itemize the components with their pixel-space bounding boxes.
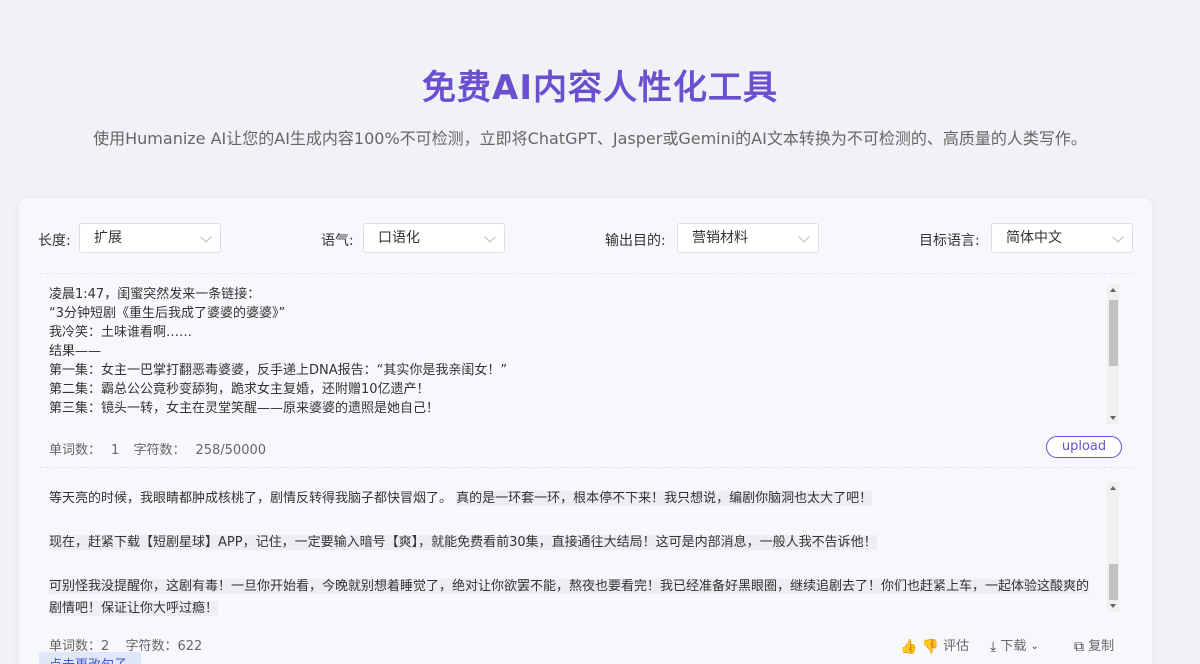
length-label: 长度: <box>38 233 71 249</box>
thumbs-up-icon[interactable]: 👍 <box>900 639 917 655</box>
hero-title: 免费AI内容人性化工具 <box>422 68 778 108</box>
output-paragraph: 现在，赶紧下载【短剧星球】APP，记住，一定要输入暗号【爽】，就能免费看前30集… <box>49 532 1099 554</box>
char-count-label: 字符数： <box>133 443 186 458</box>
char-count-value: 622 <box>177 639 203 654</box>
length-value: 扩展 <box>94 230 122 246</box>
tone-select[interactable]: 口语化 <box>363 223 505 253</box>
chevron-down-icon: ⌄ <box>1030 641 1039 652</box>
output-paragraph: 等天亮的时候，我眼睛都肿成核桃了，剧情反转得我脑子都快冒烟了。 真的是一环套一环… <box>49 488 1099 510</box>
scroll-down-icon[interactable] <box>1110 604 1116 608</box>
word-count-value: 1 <box>111 443 120 458</box>
input-stats: 单词数： 1 字符数： 258/50000 <box>49 439 276 458</box>
thumbs-down-icon[interactable]: 👎 <box>922 639 939 655</box>
output-text: 等天亮的时候，我眼睛都肿成核桃了，剧情反转得我脑子都快冒烟了。 真的是一环套一环… <box>49 488 1099 618</box>
chevron-down-icon <box>200 231 212 243</box>
purpose-label: 输出目的: <box>605 233 666 249</box>
output-sentence-highlighted[interactable]: 现在，赶紧下载【短剧星球】APP，记住，一定要输入暗号【爽】，就能免费看前30集… <box>49 535 877 550</box>
copy-label: 复制 <box>1088 639 1115 654</box>
copy-icon: ⧉ <box>1074 638 1084 655</box>
upload-button[interactable]: upload <box>1046 436 1122 458</box>
chevron-down-icon <box>798 231 810 243</box>
rate-control: 👍 👎 评估 <box>900 635 969 655</box>
output-scrollbar[interactable] <box>1107 482 1119 612</box>
input-scrollbar[interactable] <box>1107 284 1119 424</box>
scrollbar-thumb[interactable] <box>1109 300 1118 366</box>
output-area: 等天亮的时候，我眼睛都肿成核桃了，剧情反转得我脑子都快冒烟了。 真的是一环套一环… <box>40 467 1132 664</box>
chevron-down-icon <box>484 231 496 243</box>
humanizer-panel: 长度: 扩展 语气: 口语化 输出目的: 营销材料 目标语言: 简体中文 凌晨1… <box>19 198 1152 664</box>
scroll-up-icon[interactable] <box>1110 486 1116 490</box>
download-label: 下载 <box>1000 639 1027 654</box>
output-paragraph: 可别怪我没提醒你，这剧有毒！一旦你开始看，今晚就别想着睡觉了，绝对让你欲罢不能，… <box>49 576 1099 618</box>
language-select[interactable]: 简体中文 <box>991 223 1133 253</box>
scroll-up-icon[interactable] <box>1110 288 1116 292</box>
rate-label: 评估 <box>943 639 970 654</box>
input-area: 凌晨1:47，闺蜜突然发来一条链接： “3分钟短剧《重生后我成了婆婆的婆婆》” … <box>40 273 1132 464</box>
chevron-down-icon <box>1112 231 1124 243</box>
output-sentence-highlighted[interactable]: 可别怪我没提醒你，这剧有毒！一旦你开始看，今晚就别想着睡觉了，绝对让你欲罢不能，… <box>49 579 1090 616</box>
download-button[interactable]: ⤓ 下载 ⌄ <box>990 635 1039 655</box>
language-label: 目标语言: <box>919 233 980 249</box>
copy-button[interactable]: ⧉ 复制 <box>1074 635 1114 655</box>
char-count-value: 258/50000 <box>195 443 267 458</box>
length-select[interactable]: 扩展 <box>79 223 221 253</box>
purpose-value: 营销材料 <box>692 230 748 246</box>
input-textarea[interactable]: 凌晨1:47，闺蜜突然发来一条链接： “3分钟短剧《重生后我成了婆婆的婆婆》” … <box>49 285 1099 425</box>
change-sentence-tooltip: 点击更改句子 <box>39 652 141 664</box>
output-sentence[interactable]: 等天亮的时候，我眼睛都肿成核桃了，剧情反转得我脑子都快冒烟了。 <box>49 491 452 506</box>
hero-subtitle: 使用Humanize AI让您的AI生成内容100%不可检测，立即将ChatGP… <box>93 129 1087 148</box>
download-icon: ⤓ <box>990 638 997 655</box>
tone-value: 口语化 <box>378 230 420 246</box>
word-count-label: 单词数： <box>49 443 102 458</box>
tone-label: 语气: <box>321 233 354 249</box>
scroll-down-icon[interactable] <box>1110 416 1116 420</box>
output-sentence-highlighted[interactable]: 真的是一环套一环，根本停不下来！我只想说，编剧你脑洞也太大了吧！ <box>456 491 873 506</box>
purpose-select[interactable]: 营销材料 <box>677 223 819 253</box>
language-value: 简体中文 <box>1006 230 1062 246</box>
scrollbar-thumb[interactable] <box>1109 564 1118 600</box>
